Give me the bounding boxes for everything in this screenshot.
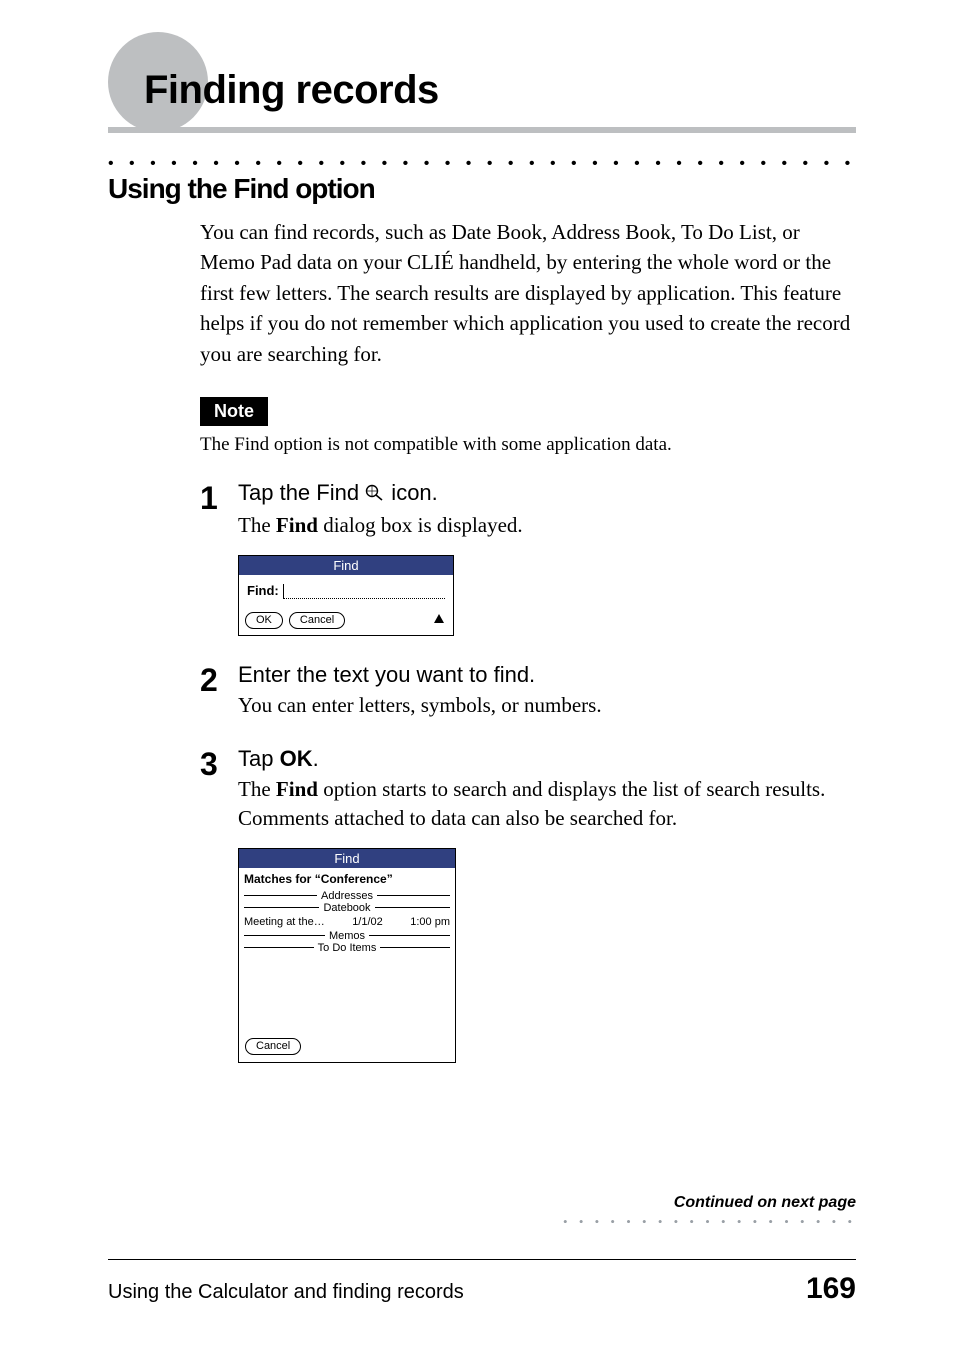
step-2-desc: You can enter letters, symbols, or numbe… (238, 691, 856, 720)
page-footer: Using the Calculator and finding records… (108, 1259, 856, 1306)
desc-after: option starts to search and displays the… (238, 777, 825, 830)
desc-bold: Find (276, 513, 318, 537)
continued-text: Continued on next page (563, 1194, 856, 1212)
ok-button[interactable]: OK (245, 612, 283, 629)
cancel-button[interactable]: Cancel (245, 1038, 301, 1055)
step-2-title: Enter the text you want to find. (238, 662, 856, 688)
cat-label: Addresses (317, 890, 377, 902)
step-3-title: Tap OK. (238, 746, 856, 772)
step-3-desc: The Find option starts to search and dis… (238, 775, 856, 834)
step-1-title: Tap the Find icon. (238, 480, 856, 508)
cat-label: To Do Items (314, 942, 381, 954)
title-before: Tap (238, 746, 280, 771)
step-1-desc: The Find dialog box is displayed. (238, 511, 856, 540)
step-number: 2 (200, 664, 238, 696)
footer-chapter: Using the Calculator and finding records (108, 1281, 464, 1304)
result-row[interactable]: Meeting at the… 1/1/02 1:00 pm (239, 914, 455, 930)
desc-before: The (238, 777, 276, 801)
scroll-up-icon[interactable] (433, 613, 445, 628)
category-todo: To Do Items (239, 942, 455, 954)
dialog-small-title: Find (239, 556, 453, 575)
step-number: 1 (200, 482, 238, 514)
chapter-header: Finding records (108, 60, 856, 133)
desc-after: dialog box is displayed. (318, 513, 523, 537)
matches-query: “Conference” (315, 872, 393, 886)
step-3: 3 Tap OK. The Find option starts to sear… (200, 746, 856, 834)
matches-prefix: Matches for (244, 872, 315, 886)
result-text: Meeting at the… (244, 916, 325, 928)
cat-label: Memos (325, 930, 369, 942)
section-heading: Using the Find option (108, 173, 856, 205)
note-label: Note (200, 397, 268, 426)
page-number: 169 (806, 1272, 856, 1306)
intro-paragraph: You can find records, such as Date Book,… (200, 217, 856, 369)
continued-block: Continued on next page • • • • • • • • •… (563, 1194, 856, 1230)
find-label: Find: (247, 583, 279, 598)
step-1-title-after: icon. (385, 480, 438, 505)
category-memos: Memos (239, 930, 455, 942)
continued-dots: • • • • • • • • • • • • • • • • • • • (563, 1214, 856, 1230)
result-time: 1:00 pm (410, 916, 450, 928)
note-text: The Find option is not compatible with s… (200, 434, 856, 456)
desc-before: The (238, 513, 276, 537)
matches-text: Matches for “Conference” (239, 868, 455, 890)
chapter-title: Finding records (108, 60, 856, 133)
cat-label: Datebook (319, 902, 374, 914)
dotted-divider: • • • • • • • • • • • • • • • • • • • • … (108, 155, 856, 173)
find-input[interactable] (283, 583, 445, 599)
step-1: 1 Tap the Find icon. The Find dialog box… (200, 480, 856, 540)
find-results-dialog: Find Matches for “Conference” Addresses … (238, 848, 456, 1063)
step-2: 2 Enter the text you want to find. You c… (200, 662, 856, 720)
cancel-button[interactable]: Cancel (289, 612, 345, 629)
desc-bold: Find (276, 777, 318, 801)
category-datebook: Datebook (239, 902, 455, 914)
category-addresses: Addresses (239, 890, 455, 902)
find-icon (365, 482, 385, 508)
title-after: . (313, 746, 319, 771)
title-bold: OK (280, 746, 313, 771)
result-date: 1/1/02 (352, 916, 383, 928)
find-dialog-small: Find Find: OK Cancel (238, 555, 454, 636)
dialog-large-title: Find (239, 849, 455, 868)
step-number: 3 (200, 748, 238, 780)
step-1-title-before: Tap the Find (238, 480, 365, 505)
